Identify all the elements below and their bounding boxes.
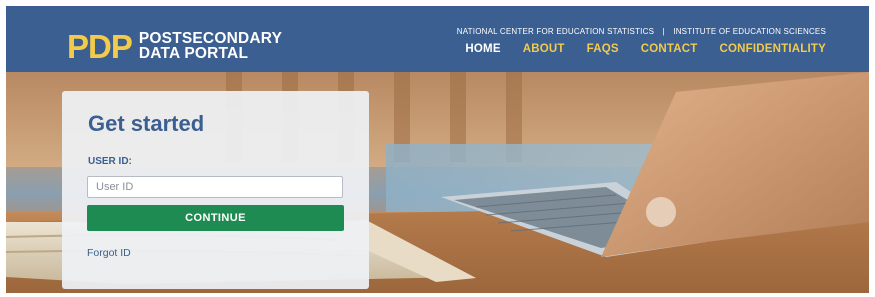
main-nav: HOME ABOUT FAQS CONTACT CONFIDENTIALITY: [465, 43, 826, 55]
user-id-label: USER ID:: [88, 156, 132, 167]
agency-ies[interactable]: INSTITUTE OF EDUCATION SCIENCES: [673, 27, 826, 36]
forgot-id-link[interactable]: Forgot ID: [87, 247, 131, 259]
site-header: PDP POSTSECONDARY DATA PORTAL NATIONAL C…: [6, 6, 869, 72]
page-frame: PDP POSTSECONDARY DATA PORTAL NATIONAL C…: [6, 6, 869, 293]
logo-mark: PDP: [67, 27, 133, 65]
logo-name-line2: DATA PORTAL: [138, 45, 249, 62]
login-title: Get started: [88, 111, 205, 136]
agency-separator: |: [662, 27, 665, 36]
nav-about[interactable]: ABOUT: [523, 43, 565, 55]
nav-home[interactable]: HOME: [465, 43, 500, 55]
continue-button[interactable]: CONTINUE: [87, 205, 344, 231]
logo-name: POSTSECONDARY DATA PORTAL: [138, 31, 282, 62]
site-logo[interactable]: PDP POSTSECONDARY DATA PORTAL: [67, 29, 282, 63]
agency-nces[interactable]: NATIONAL CENTER FOR EDUCATION STATISTICS: [457, 27, 654, 36]
nav-faqs[interactable]: FAQS: [587, 43, 619, 55]
nav-contact[interactable]: CONTACT: [641, 43, 698, 55]
login-card: Get started USER ID: CONTINUE Forgot ID: [62, 91, 369, 289]
agency-links: NATIONAL CENTER FOR EDUCATION STATISTICS…: [457, 27, 826, 36]
user-id-input[interactable]: [87, 176, 343, 198]
nav-confidentiality[interactable]: CONFIDENTIALITY: [720, 43, 827, 55]
